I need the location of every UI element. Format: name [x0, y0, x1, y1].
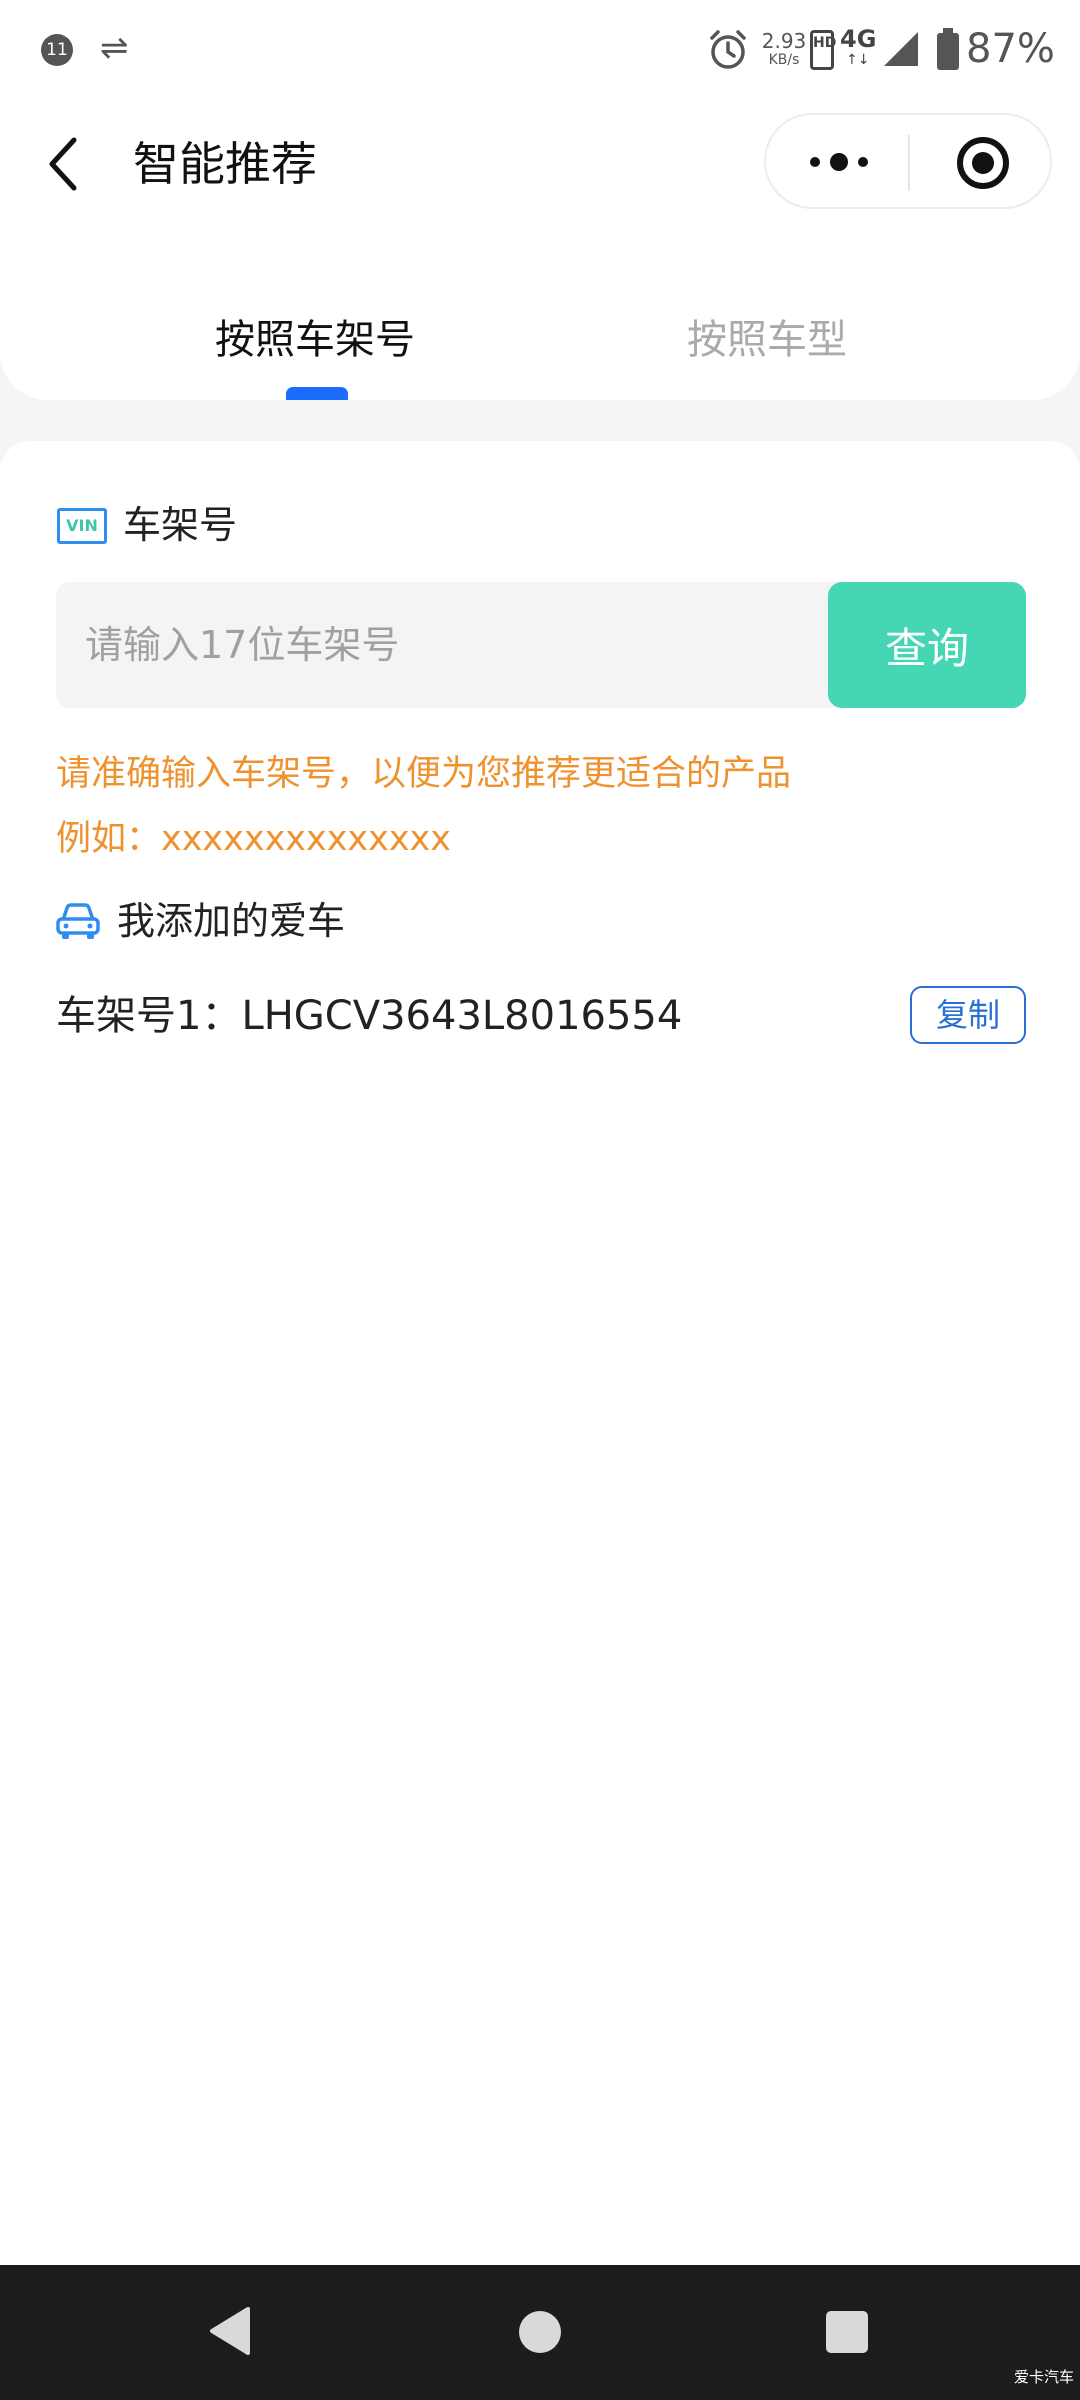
more-options-icon[interactable] — [806, 145, 872, 179]
vin-input[interactable] — [56, 582, 826, 708]
vin-search-bar: 查询 — [56, 582, 1026, 708]
tab-by-vin[interactable]: 按照车架号 — [155, 305, 475, 375]
copy-vin-button[interactable]: 复制 — [910, 986, 1026, 1044]
system-navigation-bar: 爱卡汽车 — [0, 2265, 1080, 2400]
battery-percentage: 87% — [966, 26, 1055, 72]
car-icon — [56, 903, 100, 939]
query-button[interactable]: 查询 — [828, 582, 1026, 708]
status-bar: 11 ⇌ 2.93 KB/s HD 4G ↑↓ 87% — [0, 0, 1080, 100]
network-speed-value: 2.93 — [761, 29, 807, 53]
capsule-divider — [908, 135, 910, 191]
saved-vin-text: 车架号1：LHGCV3643L8016554 — [56, 993, 683, 1039]
network-speed-unit: KB/s — [768, 52, 800, 68]
active-tab-indicator — [286, 387, 348, 400]
watermark-text: 爱卡汽车 — [1014, 2368, 1075, 2386]
page-title: 智能推荐 — [133, 137, 317, 191]
vin-section-label: 车架号 — [123, 503, 238, 547]
back-arrow-icon[interactable] — [44, 134, 84, 194]
nav-home-icon[interactable] — [519, 2311, 561, 2353]
signal-strength-icon — [884, 32, 918, 66]
tab-by-model[interactable]: 按照车型 — [607, 305, 927, 375]
notification-count-badge: 11 — [41, 34, 73, 66]
nav-back-icon[interactable] — [206, 2305, 252, 2357]
network-speed: 2.93 KB/s — [760, 30, 808, 68]
page-header: 智能推荐 按照车架号 按照车型 — [0, 100, 1080, 400]
my-cars-label: 我添加的爱车 — [117, 899, 346, 943]
nav-recent-apps-icon[interactable] — [826, 2311, 868, 2353]
vin-search-card: VIN 车架号 查询 请准确输入车架号，以便为您推荐更适合的产品 例如：xxxx… — [0, 441, 1080, 2265]
battery-icon — [937, 28, 959, 70]
network-activity-icon: ↑↓ — [846, 52, 870, 68]
miniprogram-capsule — [764, 113, 1052, 209]
network-type-label: 4G — [840, 25, 877, 53]
alarm-icon — [710, 30, 746, 69]
vin-example-text: 例如：xxxxxxxxxxxxxx — [56, 819, 451, 859]
hd-voice-icon: HD — [810, 30, 836, 70]
close-miniprogram-icon[interactable] — [955, 135, 1011, 191]
vin-icon: VIN — [57, 508, 107, 544]
vin-hint-text: 请准确输入车架号，以便为您推荐更适合的产品 — [56, 754, 792, 794]
data-transfer-icon: ⇌ — [100, 28, 129, 68]
